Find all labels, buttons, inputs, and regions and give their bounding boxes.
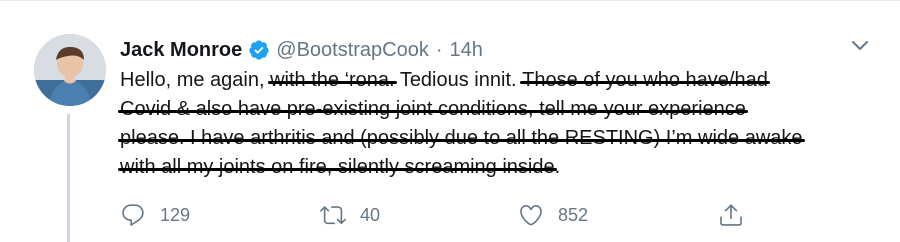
heart-icon [520,204,542,226]
tweet-text: Hello, me again, with the ‘rona. Tedious… [118,66,865,182]
strikethrough-text-2: Those of you who have/had [520,66,770,95]
avatar-photo [34,34,106,106]
reply-button[interactable]: 129 [120,198,190,232]
text-end-period: . [554,156,561,178]
strikethrough-text-3: Covid & also have pre-existing joint con… [118,95,748,124]
more-options-chevron-down-icon[interactable] [848,36,872,56]
like-button[interactable]: 852 [518,198,588,232]
tweet-card[interactable]: Jack Monroe @BootstrapCook · 14h Hello, … [0,0,900,242]
retweet-button[interactable]: 40 [320,198,380,232]
share-icon [720,204,742,226]
strikethrough-text-1: with the ‘rona. [268,66,397,95]
share-button[interactable] [718,198,744,232]
tweet-actions: 129 40 852 [120,198,880,232]
like-count: 852 [558,204,589,225]
strikethrough-text-5: with all my joints on fire, silently scr… [118,153,557,182]
thread-line [67,114,70,242]
separator-dot: · [435,38,443,61]
tweet-text-line-2: Covid & also have pre-existing joint con… [118,95,865,124]
retweet-icon [320,206,346,225]
author-handle[interactable]: @BootstrapCook [276,39,429,62]
tweet-text-line-3: please. I have arthritis and (possibly d… [118,124,865,153]
tweet-text-line-1: Hello, me again, with the ‘rona. Tedious… [120,66,865,95]
strikethrough-text-4: please. I have arthritis and (possibly d… [118,124,805,153]
text-plain-1: Hello, me again, [120,69,265,91]
text-plain-2: Tedious innit. [399,69,517,91]
avatar[interactable] [34,34,106,106]
author-name[interactable]: Jack Monroe [120,39,242,62]
reply-count: 129 [160,204,191,225]
retweet-count: 40 [360,204,381,225]
reply-icon [122,204,144,226]
tweet-text-line-4: with all my joints on fire, silently scr… [118,153,865,182]
verified-badge-icon [248,39,270,61]
tweet-timestamp[interactable]: 14h [450,39,483,62]
tweet-header: Jack Monroe @BootstrapCook · 14h [120,36,483,64]
